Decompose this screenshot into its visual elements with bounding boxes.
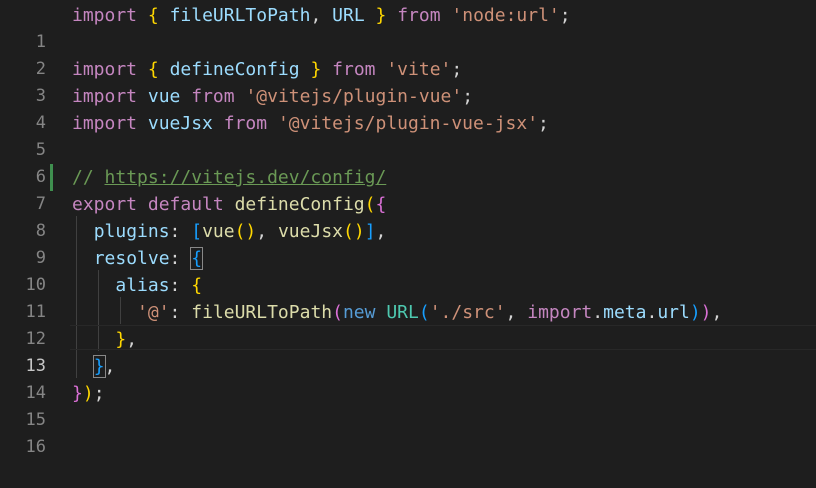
code-line[interactable]: 12 '@': fileURLToPath(new URL('./src', i… [0,299,816,349]
code-line[interactable]: 8 export default defineConfig({ [0,191,816,241]
line-content[interactable]: resolve: { [72,245,204,272]
code-line[interactable]: 4 import vue from '@vitejs/plugin-vue'; [0,83,816,133]
line-content[interactable]: }); [72,380,105,407]
line-content[interactable]: // https://vitejs.dev/config/ [72,164,386,191]
code-line[interactable]: 3 import { defineConfig } from 'vite'; [0,56,816,106]
code-line[interactable]: 14 }, [0,353,816,403]
line-content[interactable]: alias: { [72,272,202,299]
comment-link[interactable]: https://vitejs.dev/config/ [105,167,387,188]
code-line[interactable]: 7 // https://vitejs.dev/config/ [0,164,816,214]
code-line[interactable]: 2 [0,29,816,79]
code-line[interactable]: 6 [0,137,816,187]
code-line[interactable]: 10 resolve: { [0,245,816,295]
code-line[interactable]: 13 }, [0,326,816,376]
line-content[interactable]: }, [72,353,115,380]
line-content[interactable]: import { fileURLToPath, URL } from 'node… [72,2,571,29]
code-line[interactable]: 9 plugins: [vue(), vueJsx()], [0,218,816,268]
line-number: 16 [25,437,46,457]
code-line[interactable]: 1 import { fileURLToPath, URL } from 'no… [0,2,816,52]
code-line[interactable]: 5 import vueJsx from '@vitejs/plugin-vue… [0,110,816,191]
code-line[interactable]: 11 alias: { [0,272,816,322]
line-content[interactable]: plugins: [vue(), vueJsx()], [72,218,387,245]
line-content[interactable]: import vue from '@vitejs/plugin-vue'; [72,83,473,110]
line-content[interactable]: import vueJsx from '@vitejs/plugin-vue-j… [72,110,549,137]
code-line[interactable]: 15 }); [0,380,816,430]
line-content[interactable]: import { defineConfig } from 'vite'; [72,56,462,83]
line-content[interactable]: '@': fileURLToPath(new URL('./src', impo… [72,299,722,326]
line-content[interactable]: export default defineConfig({ [72,191,386,218]
code-editor[interactable]: 1 import { fileURLToPath, URL } from 'no… [0,0,816,457]
line-content[interactable]: }, [72,326,137,353]
code-line[interactable]: 16 [0,407,816,457]
